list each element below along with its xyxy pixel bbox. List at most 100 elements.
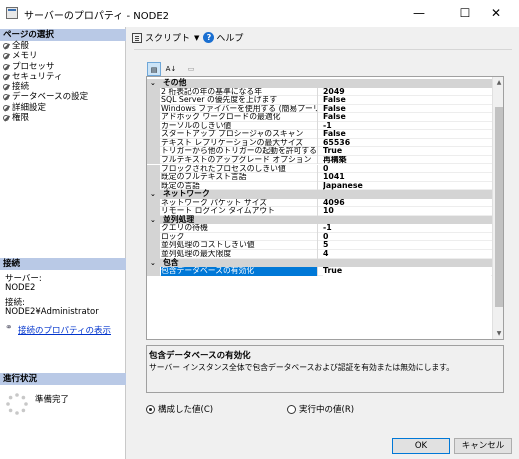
property-grid[interactable]: ⌄ その他 2 桁表記の年の基準になる年 2049 SQL Server の優先度を上げ… — [146, 76, 504, 340]
wrench-icon — [3, 104, 10, 112]
title-bar: サーバーのプロパティ - NODE2 — ☐ ✕ — [0, 0, 519, 27]
property-value[interactable]: False — [323, 113, 491, 122]
property-value[interactable]: 0 — [323, 165, 491, 174]
property-name: 2 桁表記の年の基準になる年 — [161, 87, 318, 97]
vertical-scrollbar[interactable]: ▲ ▼ — [492, 77, 503, 339]
pages-section-header: ページの選択 — [0, 29, 126, 41]
toolbar: スクリプト ▼? ヘルプ — [132, 31, 243, 45]
chevron-down-icon[interactable]: ▼ — [194, 34, 199, 42]
view-connection-properties[interactable]: 接続のプロパティの表示 — [5, 323, 111, 336]
sidebar-item-processors[interactable]: プロセッサ — [2, 62, 88, 72]
close-button[interactable]: ✕ — [473, 0, 519, 27]
progress-section-header: 進行状況 — [0, 373, 126, 385]
ok-button[interactable]: OK — [392, 438, 450, 454]
category-row[interactable]: ⌄ 並列処理 — [147, 215, 492, 225]
collapse-chevron-icon[interactable]: ⌄ — [150, 216, 160, 225]
property-row[interactable]: 既定のフルテキスト言語 1041 — [147, 173, 492, 182]
script-button[interactable]: スクリプト — [145, 31, 190, 44]
wrench-icon — [3, 84, 10, 91]
property-value[interactable]: 再構築 — [323, 156, 491, 165]
collapse-chevron-icon[interactable]: ⌄ — [150, 79, 160, 88]
property-row[interactable]: カーソルのしきい値 -1 — [147, 121, 492, 131]
view-connection-properties-link[interactable]: 接続のプロパティの表示 — [18, 326, 111, 336]
property-name: フルテキストのアップグレード オプション — [161, 155, 318, 165]
property-row[interactable]: 並列処理の最大限度 4 — [147, 250, 492, 259]
property-name: アドホック ワークロードの最適化 — [161, 113, 318, 122]
running-values-label: 実行中の値(R) — [299, 405, 355, 415]
property-value[interactable]: False — [323, 96, 491, 105]
minimize-button[interactable]: — — [396, 0, 442, 27]
property-row[interactable]: ネットワーク パケット サイズ 4096 — [147, 198, 492, 208]
property-name: 包含データベースの有効化 — [161, 267, 318, 276]
category-row[interactable]: ⌄ ネットワーク — [147, 190, 492, 199]
sidebar-item-general[interactable]: 全般 — [2, 41, 88, 51]
property-row[interactable]: Windows ファイバーを使用する (簡易プーリング) False — [147, 104, 492, 114]
property-row-selected[interactable]: 包含データベースの有効化 True — [147, 267, 492, 276]
running-values-radio[interactable] — [287, 405, 296, 414]
property-value[interactable]: 2049 — [323, 88, 491, 97]
page-list: 全般 メモリ プロセッサ セキュリティ 接続 データベースの設定 詳細設定 権限 — [2, 41, 88, 123]
property-row[interactable]: 並列処理のコストしきい値 5 — [147, 241, 492, 250]
property-value[interactable]: -1 — [323, 122, 491, 131]
sidebar-item-memory[interactable]: メモリ — [2, 51, 88, 61]
property-value[interactable]: 10 — [323, 207, 491, 216]
property-name: ブロックされたプロセスのしきい値 — [161, 164, 318, 174]
property-value[interactable]: 1041 — [323, 173, 491, 182]
property-value[interactable]: 65536 — [323, 139, 491, 148]
property-value[interactable]: Japanese — [323, 182, 491, 191]
scroll-down-icon[interactable]: ▼ — [493, 328, 503, 339]
sidebar-item-permissions[interactable]: 権限 — [2, 113, 88, 123]
property-row[interactable]: テキスト レプリケーションの最大サイズ 65536 — [147, 138, 492, 148]
property-row[interactable]: フルテキストのアップグレード オプション 再構築 — [147, 155, 492, 165]
property-value[interactable]: True — [323, 267, 491, 276]
property-value[interactable]: 4096 — [323, 199, 491, 208]
property-value[interactable]: 5 — [323, 241, 491, 250]
wrench-icon — [3, 94, 10, 101]
window-title: サーバーのプロパティ - NODE2 — [24, 11, 169, 22]
property-value[interactable]: False — [323, 130, 491, 139]
property-row[interactable]: アドホック ワークロードの最適化 False — [147, 113, 492, 122]
help-button[interactable]: ヘルプ — [216, 31, 243, 44]
configured-values-radio[interactable] — [146, 405, 155, 414]
sidebar-item-security[interactable]: セキュリティ — [2, 72, 88, 82]
script-icon — [132, 32, 142, 43]
property-value[interactable]: 4 — [323, 250, 491, 259]
property-row[interactable]: 2 桁表記の年の基準になる年 2049 — [147, 87, 492, 97]
property-row[interactable]: ロック 0 — [147, 232, 492, 242]
category-label: その他 — [163, 78, 187, 87]
property-row[interactable]: SQL Server の優先度を上げます False — [147, 96, 492, 105]
running-values-option[interactable]: 実行中の値(R) — [287, 403, 354, 415]
property-value[interactable]: False — [323, 105, 491, 114]
sidebar-item-advanced[interactable]: 詳細設定 — [2, 103, 88, 113]
wrench-icon — [3, 73, 10, 81]
sidebar-item-database-settings[interactable]: データベースの設定 — [2, 92, 88, 102]
property-pages-button[interactable]: ▭ — [184, 62, 198, 76]
connection-value: NODE2¥Administrator — [5, 307, 99, 317]
property-row[interactable]: トリガーから他のトリガーの起動を許可する True — [147, 147, 492, 156]
category-row[interactable]: ⌄ その他 — [147, 78, 492, 88]
property-value[interactable]: -1 — [323, 224, 491, 233]
property-row[interactable]: スタートアップ プロシージャのスキャン False — [147, 130, 492, 139]
property-name: Windows ファイバーを使用する (簡易プーリング) — [161, 104, 318, 114]
property-row[interactable]: ブロックされたプロセスのしきい値 0 — [147, 164, 492, 174]
alphabetical-sort-button[interactable]: A↓ — [164, 62, 178, 76]
categorized-view-button[interactable]: ▤ — [147, 62, 161, 76]
property-name: 並列処理の最大限度 — [161, 250, 318, 259]
right-panel: スクリプト ▼? ヘルプ ▤ A↓ ▭ ⌄ その他 2 桁表記の年の基準になる年 2049… — [127, 27, 519, 459]
collapse-chevron-icon[interactable]: ⌄ — [150, 190, 160, 199]
category-label: 包含 — [163, 257, 179, 267]
scroll-up-icon[interactable]: ▲ — [493, 77, 503, 88]
property-value[interactable]: 0 — [323, 233, 491, 242]
scrollbar-thumb[interactable] — [495, 107, 503, 307]
configured-values-label: 構成した値(C) — [158, 405, 214, 415]
sidebar-item-connections[interactable]: 接続 — [2, 82, 88, 92]
wrench-icon — [3, 115, 10, 122]
cancel-button[interactable]: キャンセル — [454, 438, 512, 454]
property-value[interactable]: True — [323, 147, 491, 156]
configured-values-option[interactable]: 構成した値(C) — [146, 403, 213, 415]
collapse-chevron-icon[interactable]: ⌄ — [150, 259, 160, 268]
category-row[interactable]: ⌄ 包含 — [147, 257, 492, 268]
property-name: ネットワーク パケット サイズ — [161, 198, 318, 208]
property-row[interactable]: クエリの待機 -1 — [147, 224, 492, 233]
property-row[interactable]: リモート ログイン タイムアウト 10 — [147, 207, 492, 216]
